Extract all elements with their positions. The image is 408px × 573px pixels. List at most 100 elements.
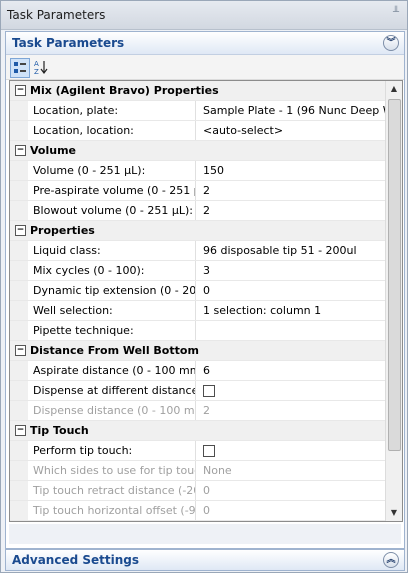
property-name: Tip touch horizontal offset (-9 - 5 mm): <box>28 501 196 520</box>
property-value[interactable] <box>197 441 386 460</box>
property-grid: − Mix (Agilent Bravo) Properties Location,… <box>9 80 403 522</box>
row-gutter <box>10 461 28 480</box>
pin-icon[interactable]: ╨ <box>391 7 401 21</box>
property-value[interactable]: <auto-select> <box>197 121 386 140</box>
row-gutter <box>10 201 28 220</box>
property-row[interactable]: Location, plate: Sample Plate - 1 (96 Nun… <box>10 101 386 121</box>
property-value[interactable]: 96 disposable tip 51 - 200ul <box>197 241 386 260</box>
collapse-toggle-icon[interactable]: − <box>15 345 26 356</box>
property-value-text: None <box>203 464 232 477</box>
collapse-toggle-icon[interactable]: − <box>15 425 26 436</box>
property-value[interactable]: 6 <box>197 361 386 380</box>
property-row[interactable]: Dynamic tip extension (0 - 20 mm/µL): 0 <box>10 281 386 301</box>
task-parameters-panel: Task Parameters ︾ A Z − Mix (Agilent Bra… <box>5 31 405 549</box>
row-gutter <box>10 121 28 140</box>
row-gutter <box>10 181 28 200</box>
panel-header[interactable]: Task Parameters ︾ <box>6 32 404 55</box>
property-row[interactable]: Aspirate distance (0 - 100 mm): 6 <box>10 361 386 381</box>
expand-chevron-icon[interactable]: ︽ <box>383 552 399 568</box>
property-value[interactable]: 2 <box>197 181 386 200</box>
property-row[interactable]: Blowout volume (0 - 251 µL): 2 <box>10 201 386 221</box>
alphabetical-view-button[interactable]: A Z <box>32 58 50 76</box>
row-gutter <box>10 301 28 320</box>
row-gutter <box>10 381 28 400</box>
scroll-thumb[interactable] <box>388 99 401 451</box>
category-row[interactable]: − Properties <box>10 221 386 241</box>
row-gutter <box>10 101 28 120</box>
property-value[interactable] <box>197 381 386 400</box>
property-value-text: <auto-select> <box>203 124 284 137</box>
vertical-scrollbar[interactable]: ▲ ▼ <box>385 81 402 521</box>
category-row[interactable]: − Tip Touch <box>10 421 386 441</box>
property-row[interactable]: Pipette technique: <box>10 321 386 341</box>
collapse-toggle-icon[interactable]: − <box>15 225 26 236</box>
property-value-text: 6 <box>203 364 210 377</box>
property-name: Liquid class: <box>28 241 196 260</box>
property-value[interactable]: 3 <box>197 261 386 280</box>
property-value[interactable]: Sample Plate - 1 (96 Nunc Deep W <box>197 101 386 120</box>
advanced-settings-title: Advanced Settings <box>12 553 140 567</box>
property-value: 0 <box>197 501 386 520</box>
scroll-up-icon[interactable]: ▲ <box>386 81 402 97</box>
collapse-toggle-icon[interactable]: − <box>15 85 26 96</box>
svg-text:A: A <box>34 60 39 68</box>
property-name: Location, plate: <box>28 101 196 120</box>
property-value-text: 150 <box>203 164 224 177</box>
property-row[interactable]: Mix cycles (0 - 100): 3 <box>10 261 386 281</box>
row-gutter <box>10 261 28 280</box>
category-label: Tip Touch <box>30 424 89 437</box>
category-row[interactable]: − Volume <box>10 141 386 161</box>
row-gutter <box>10 281 28 300</box>
property-row[interactable]: Pre-aspirate volume (0 - 251 µL): 2 <box>10 181 386 201</box>
property-name: Dynamic tip extension (0 - 20 mm/µL): <box>28 281 196 300</box>
advanced-settings-header[interactable]: Advanced Settings ︽ <box>5 549 405 571</box>
property-checkbox[interactable] <box>203 385 215 397</box>
property-name: Dispense at different distance: <box>28 381 196 400</box>
category-row[interactable]: − Distance From Well Bottom <box>10 341 386 361</box>
category-row[interactable]: − Mix (Agilent Bravo) Properties <box>10 81 386 101</box>
panel-title: Task Parameters <box>12 36 125 50</box>
property-value[interactable] <box>197 321 386 340</box>
property-value[interactable]: 0 <box>197 281 386 300</box>
category-label: Mix (Agilent Bravo) Properties <box>30 84 219 97</box>
property-name: Perform tip touch: <box>28 441 196 460</box>
property-name: Aspirate distance (0 - 100 mm): <box>28 361 196 380</box>
property-row[interactable]: Tip touch retract distance (-20 - 50 mm)… <box>10 481 386 501</box>
property-row[interactable]: Liquid class: 96 disposable tip 51 - 200u… <box>10 241 386 261</box>
property-grid-toolbar: A Z <box>6 55 404 80</box>
property-value[interactable]: 1 selection: column 1 <box>197 301 386 320</box>
property-row[interactable]: Well selection: 1 selection: column 1 <box>10 301 386 321</box>
row-gutter <box>10 501 28 520</box>
property-row[interactable]: Volume (0 - 251 µL): 150 <box>10 161 386 181</box>
property-name: Tip touch retract distance (-20 - 50 mm)… <box>28 481 196 500</box>
property-name: Volume (0 - 251 µL): <box>28 161 196 180</box>
row-gutter <box>10 481 28 500</box>
property-row[interactable]: Dispense distance (0 - 100 mm): 2 <box>10 401 386 421</box>
property-name: Blowout volume (0 - 251 µL): <box>28 201 196 220</box>
category-label: Distance From Well Bottom <box>30 344 199 357</box>
property-checkbox[interactable] <box>203 445 215 457</box>
property-value-text: 3 <box>203 264 210 277</box>
property-name: Which sides to use for tip touch: <box>28 461 196 480</box>
scroll-down-icon[interactable]: ▼ <box>386 505 402 521</box>
property-row[interactable]: Perform tip touch: <box>10 441 386 461</box>
property-value: None <box>197 461 386 480</box>
property-value[interactable]: 150 <box>197 161 386 180</box>
property-value[interactable]: 2 <box>197 201 386 220</box>
row-gutter <box>10 321 28 340</box>
row-gutter <box>10 241 28 260</box>
property-value-text: 2 <box>203 404 210 417</box>
collapse-toggle-icon[interactable]: − <box>15 145 26 156</box>
property-row[interactable]: Dispense at different distance: <box>10 381 386 401</box>
collapse-chevron-icon[interactable]: ︾ <box>383 35 399 51</box>
window-title: Task Parameters <box>7 8 106 22</box>
property-name: Mix cycles (0 - 100): <box>28 261 196 280</box>
property-row[interactable]: Location, location: <auto-select> <box>10 121 386 141</box>
property-row[interactable]: Tip touch horizontal offset (-9 - 5 mm):… <box>10 501 386 521</box>
property-name: Dispense distance (0 - 100 mm): <box>28 401 196 420</box>
property-value-text: Sample Plate - 1 (96 Nunc Deep W <box>203 104 386 117</box>
categorized-view-button[interactable] <box>10 58 30 78</box>
property-name: Pre-aspirate volume (0 - 251 µL): <box>28 181 196 200</box>
property-value-text: 0 <box>203 284 210 297</box>
property-row[interactable]: Which sides to use for tip touch: None <box>10 461 386 481</box>
